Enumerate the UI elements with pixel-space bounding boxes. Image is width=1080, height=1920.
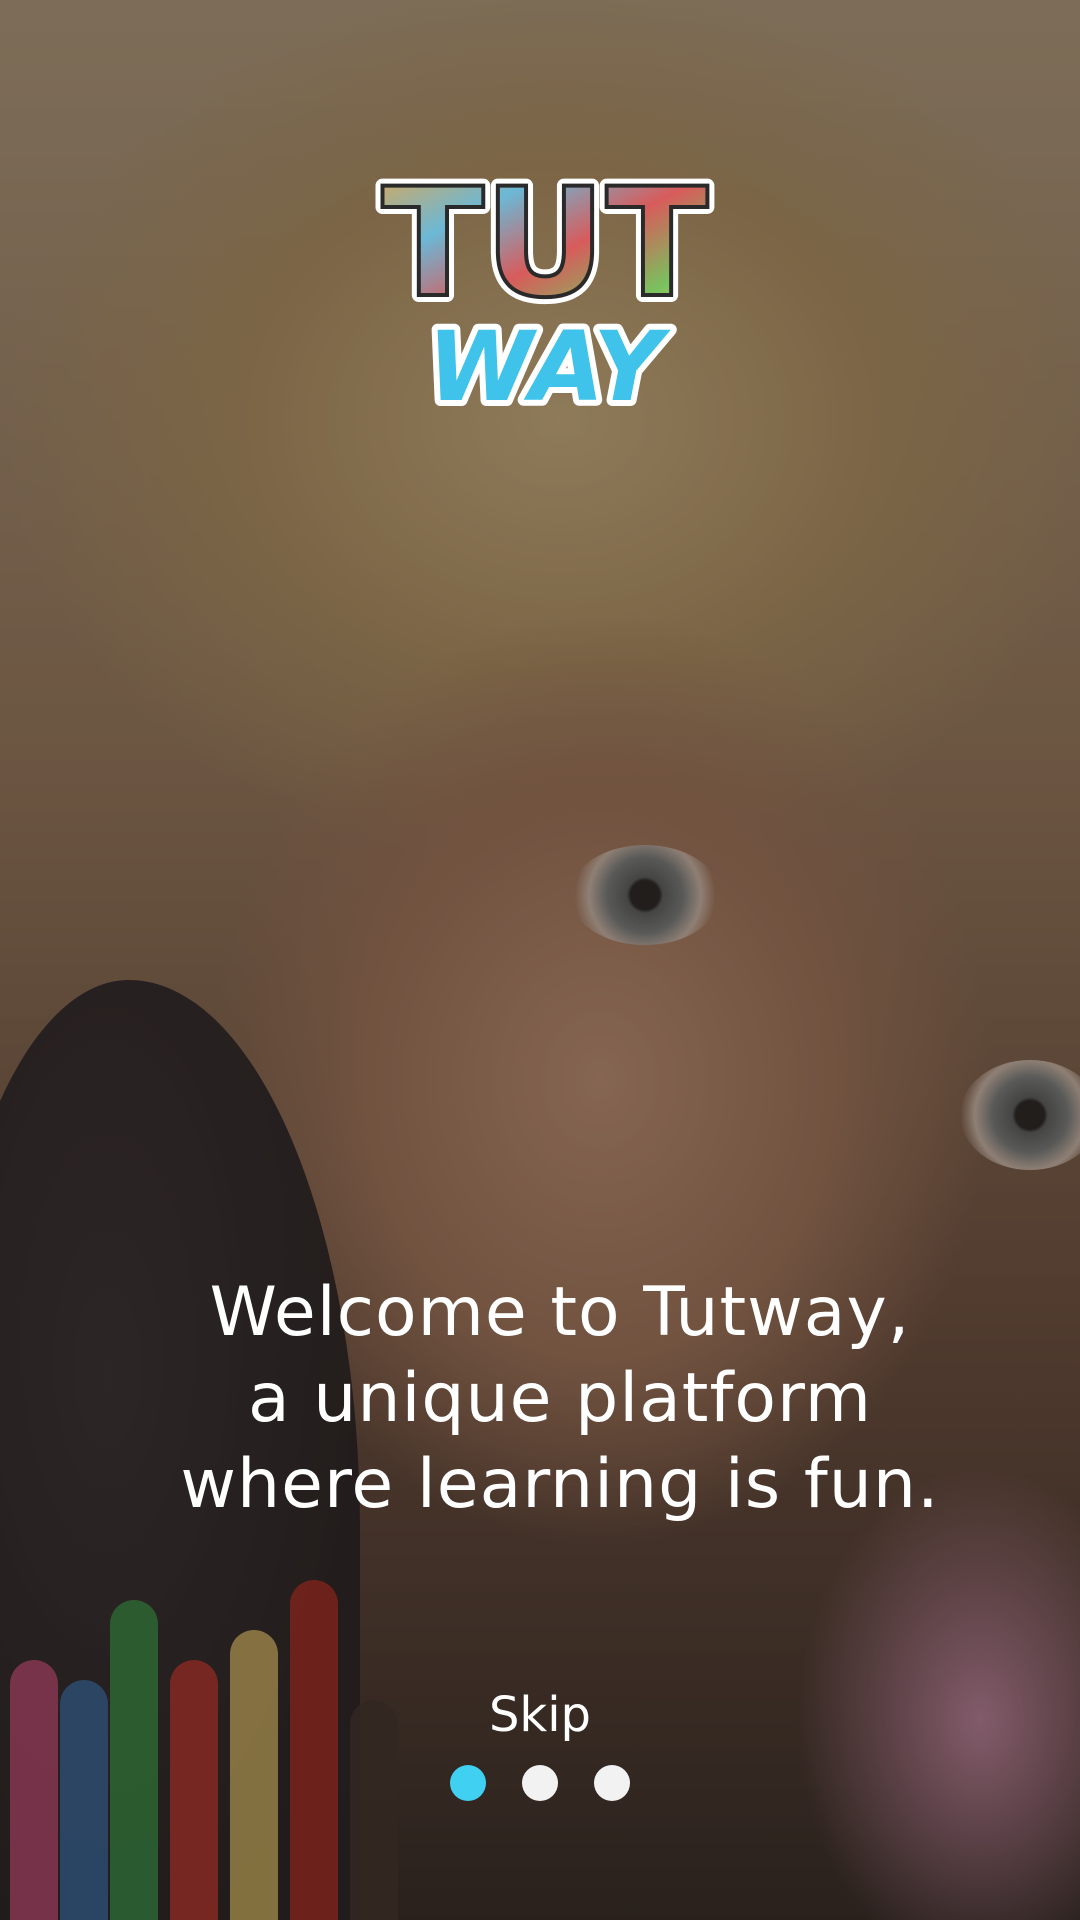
page-dot-3[interactable] [594, 1765, 630, 1801]
page-indicator [450, 1765, 630, 1801]
onboarding-screen: TUT TUT WAY Welcome to Tutway, a unique … [0, 0, 1080, 1920]
page-dot-1[interactable] [450, 1765, 486, 1801]
welcome-message: Welcome to Tutway, a unique platform whe… [60, 1270, 1060, 1528]
welcome-line: Welcome to Tutway, [209, 1273, 911, 1352]
logo-bottom-text: WAY [427, 311, 671, 420]
page-dot-2[interactable] [522, 1765, 558, 1801]
skip-button[interactable]: Skip [440, 1680, 640, 1750]
welcome-line: where learning is fun. [180, 1445, 940, 1524]
logo-top-text-outline: TUT [382, 157, 708, 331]
welcome-line: a unique platform [247, 1359, 873, 1438]
tutway-logo: TUT TUT WAY [375, 150, 715, 420]
